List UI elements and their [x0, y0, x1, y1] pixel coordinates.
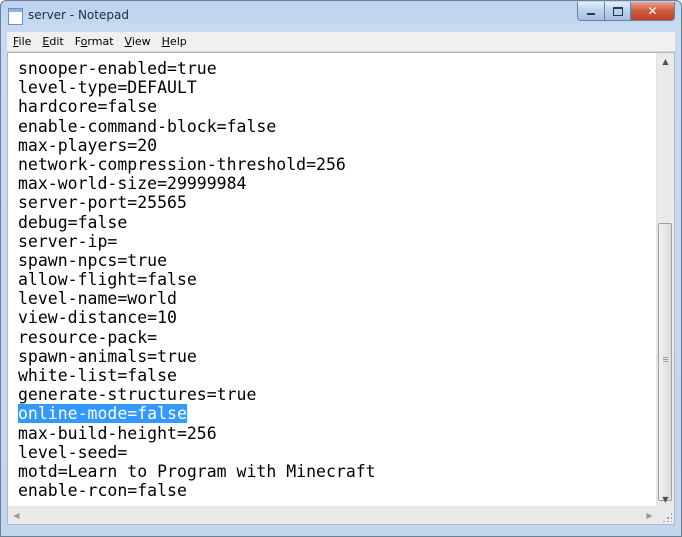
- vertical-scroll-thumb[interactable]: [658, 223, 672, 501]
- close-button[interactable]: ✕: [631, 2, 675, 21]
- text-line[interactable]: hardcore=false: [18, 97, 658, 116]
- size-grip[interactable]: [657, 507, 674, 524]
- horizontal-scrollbar[interactable]: ◀ ▶: [8, 506, 658, 524]
- text-line[interactable]: view-distance=10: [18, 308, 658, 327]
- text-line[interactable]: level-name=world: [18, 289, 658, 308]
- text-line[interactable]: resource-pack=: [18, 328, 658, 347]
- menu-format[interactable]: Format: [69, 35, 119, 48]
- menu-view-label: iew: [131, 35, 151, 48]
- scroll-right-icon[interactable]: ▶: [641, 507, 658, 524]
- minimize-button[interactable]: [577, 2, 605, 21]
- text-selection[interactable]: online-mode=false: [18, 404, 187, 424]
- text-line[interactable]: server-ip=: [18, 232, 658, 251]
- text-line[interactable]: network-compression-threshold=256: [18, 155, 658, 174]
- window-title: server - Notepad: [28, 8, 129, 22]
- menu-help-label: elp: [169, 35, 187, 48]
- menu-view[interactable]: View: [119, 35, 156, 48]
- maximize-icon: [612, 6, 623, 16]
- menu-edit[interactable]: Edit: [36, 35, 68, 48]
- notepad-icon[interactable]: [8, 8, 23, 25]
- menu-file-label: ile: [18, 35, 32, 48]
- text-line[interactable]: max-players=20: [18, 136, 658, 155]
- minimize-icon: [587, 13, 595, 15]
- text-line[interactable]: spawn-animals=true: [18, 347, 658, 366]
- text-line[interactable]: debug=false: [18, 213, 658, 232]
- menu-file[interactable]: File: [7, 35, 36, 48]
- text-line[interactable]: spawn-npcs=true: [18, 251, 658, 270]
- menu-view-mnemonic: V: [124, 35, 132, 48]
- caption-buttons: ✕: [577, 2, 675, 21]
- menu-help[interactable]: Help: [156, 35, 192, 48]
- text-line[interactable]: generate-structures=true: [18, 385, 658, 404]
- text-line[interactable]: level-seed=: [18, 443, 658, 462]
- text-line[interactable]: enable-rcon=false: [18, 481, 658, 500]
- text-line[interactable]: motd=Learn to Program with Minecraft: [18, 462, 658, 481]
- text-line[interactable]: max-build-height=256: [18, 424, 658, 443]
- text-line[interactable]: max-world-size=29999984: [18, 174, 658, 193]
- text-content[interactable]: snooper-enabled=true level-type=DEFAULT …: [18, 59, 658, 509]
- notepad-window: server - Notepad ✕ File Edit Format View…: [0, 0, 682, 537]
- menu-bar: File Edit Format View Help: [7, 32, 675, 52]
- scroll-up-icon[interactable]: ▲: [657, 53, 674, 70]
- menu-help-mnemonic: H: [161, 35, 170, 48]
- text-line[interactable]: allow-flight=false: [18, 270, 658, 289]
- text-line[interactable]: level-type=DEFAULT: [18, 78, 658, 97]
- close-icon: ✕: [647, 4, 658, 18]
- scroll-left-icon[interactable]: ◀: [8, 507, 25, 524]
- text-editor[interactable]: snooper-enabled=true level-type=DEFAULT …: [7, 52, 675, 525]
- menu-edit-label: dit: [49, 35, 64, 48]
- maximize-button[interactable]: [605, 2, 631, 21]
- scroll-down-icon[interactable]: ▼: [657, 491, 674, 508]
- text-line[interactable]: enable-command-block=false: [18, 117, 658, 136]
- vertical-scrollbar[interactable]: ▲ ▼: [656, 53, 674, 508]
- resize-grip-icon: [662, 512, 672, 522]
- text-line[interactable]: snooper-enabled=true: [18, 59, 658, 78]
- text-line[interactable]: server-port=25565: [18, 193, 658, 212]
- title-bar[interactable]: server - Notepad ✕: [1, 1, 681, 31]
- selected-text-line[interactable]: online-mode=false: [18, 404, 658, 424]
- menu-format-label: rmat: [87, 35, 114, 48]
- grip-icon: [663, 357, 668, 363]
- text-line[interactable]: white-list=false: [18, 366, 658, 385]
